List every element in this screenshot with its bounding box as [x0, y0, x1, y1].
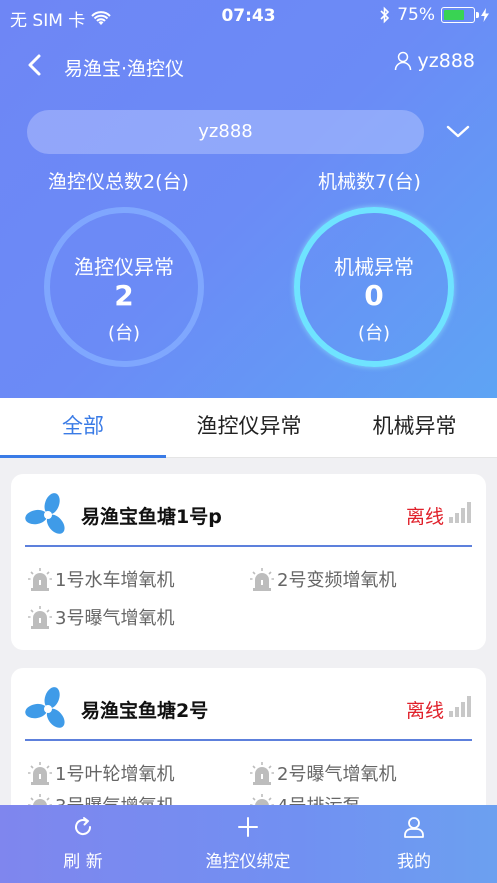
page-title: 易渔宝·渔控仪 [64, 58, 185, 80]
battery-fill [444, 10, 464, 20]
plus-icon [238, 817, 258, 837]
pond-status: 离线 [405, 700, 444, 722]
machine-abnormal-title: 机械异常 [334, 255, 414, 279]
bottom-toolbar: 刷 新 渔控仪绑定 我的 [0, 805, 497, 883]
battery-percent: 75% [397, 5, 435, 25]
device-item[interactable]: 2号曝气增氧机 [249, 760, 396, 786]
profile-icon [404, 817, 424, 838]
alarm-icon [28, 606, 52, 629]
account-selector[interactable]: yz888 [27, 110, 424, 154]
bind-controller-label: 渔控仪绑定 [205, 852, 291, 872]
controller-abnormal-unit: (台) [107, 323, 141, 344]
device-item[interactable]: 2号变频增氧机 [249, 566, 396, 592]
bind-controller-button[interactable]: 渔控仪绑定 [168, 815, 328, 872]
mine-button[interactable]: 我的 [334, 815, 494, 872]
tab-all[interactable]: 全部 [0, 398, 166, 458]
pond-name: 易渔宝鱼塘2号 [81, 700, 209, 722]
refresh-icon [75, 817, 92, 836]
device-name: 1号叶轮增氧机 [55, 764, 175, 785]
alarm-icon [250, 762, 274, 785]
card-divider [25, 739, 472, 741]
tab-indicator [0, 455, 166, 458]
pond-status: 离线 [405, 506, 444, 528]
user-account[interactable]: yz888 [394, 50, 475, 72]
pond-card-header: 易渔宝鱼塘2号 离线 [25, 686, 472, 736]
status-bar: 无 SIM 卡 07:43 75% [0, 0, 497, 32]
device-name: 3号曝气增氧机 [55, 608, 175, 629]
user-icon [394, 51, 411, 71]
machine-total-label: 机械数7(台) [318, 171, 421, 193]
back-icon[interactable] [22, 50, 48, 80]
username: yz888 [417, 50, 475, 72]
controller-total-label: 渔控仪总数2(台) [48, 171, 189, 193]
refresh-button[interactable]: 刷 新 [3, 815, 163, 872]
filter-tabs: 全部 渔控仪异常 机械异常 [0, 398, 497, 458]
pond-name: 易渔宝鱼塘1号p [81, 506, 222, 528]
fan-icon [25, 687, 65, 728]
machine-abnormal-gauge[interactable]: 机械异常 0 (台) [294, 207, 454, 367]
fan-icon [25, 493, 65, 534]
alarm-icon [28, 762, 52, 785]
device-item[interactable]: 1号水车增氧机 [27, 566, 174, 592]
device-item[interactable]: 1号叶轮增氧机 [27, 760, 174, 786]
mine-label: 我的 [397, 852, 431, 872]
machine-abnormal-unit: (台) [357, 323, 391, 344]
alarm-icon [250, 568, 274, 591]
battery-icon [441, 7, 479, 23]
bluetooth-icon [380, 6, 390, 24]
machine-abnormal-count: 0 [364, 279, 384, 312]
alarm-icon [28, 568, 52, 591]
tab-controller-abnormal[interactable]: 渔控仪异常 [166, 398, 332, 458]
signal-icon [449, 502, 471, 523]
chevron-down-icon[interactable] [444, 120, 472, 144]
pond-card[interactable]: 易渔宝鱼塘1号p 离线 1号水车增氧机 2号变频增氧机 3号曝气增氧机 [11, 474, 486, 650]
card-divider [25, 545, 472, 547]
controller-abnormal-count: 2 [114, 279, 134, 312]
nav-bar: 易渔宝·渔控仪 yz888 [0, 44, 497, 86]
tab-machine-abnormal[interactable]: 机械异常 [332, 398, 497, 458]
device-name: 2号曝气增氧机 [277, 764, 397, 785]
pond-card-header: 易渔宝鱼塘1号p 离线 [25, 492, 472, 542]
controller-abnormal-title: 渔控仪异常 [74, 255, 174, 279]
refresh-label: 刷 新 [63, 852, 103, 872]
charging-icon [481, 8, 489, 22]
device-item[interactable]: 3号曝气增氧机 [27, 604, 174, 630]
device-name: 1号水车增氧机 [55, 570, 175, 591]
controller-abnormal-gauge[interactable]: 渔控仪异常 2 (台) [44, 207, 204, 367]
device-name: 2号变频增氧机 [277, 570, 397, 591]
signal-icon [449, 696, 471, 717]
